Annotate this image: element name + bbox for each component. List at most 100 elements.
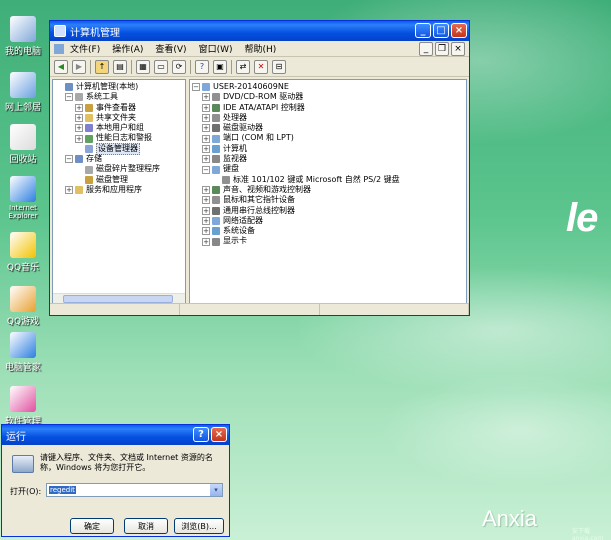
open-input[interactable]: regedit [49, 486, 76, 494]
tree-item[interactable]: 磁盘管理 [55, 175, 183, 185]
expand-icon[interactable]: + [202, 186, 210, 195]
expand-icon[interactable]: + [202, 237, 210, 246]
expand-icon[interactable]: + [202, 93, 210, 102]
expand-icon[interactable]: + [202, 124, 210, 133]
expand-icon[interactable]: + [65, 186, 73, 195]
menu-file[interactable]: 文件(F) [64, 42, 106, 55]
device-item[interactable]: + 计算机 [192, 144, 464, 154]
device-item[interactable]: + 系统设备 [192, 226, 464, 236]
device-item[interactable]: + 端口 (COM 和 LPT) [192, 133, 464, 143]
tree-item[interactable]: + 事件查看器 [55, 103, 183, 113]
device-item[interactable]: 标准 101/102 键或 Microsoft 自然 PS/2 键盘 [192, 175, 464, 185]
run-title-bar[interactable]: 运行 ? × [2, 425, 229, 445]
device-item[interactable]: − USER-20140609NE [192, 82, 464, 92]
expand-icon[interactable]: + [75, 114, 83, 123]
expand-icon[interactable]: + [75, 134, 83, 143]
expand-icon[interactable]: + [202, 114, 210, 123]
close-button[interactable]: × [451, 23, 467, 38]
desktop-icon[interactable]: 我的电脑 [0, 16, 46, 57]
expand-icon[interactable]: + [202, 155, 210, 164]
desktop-icon[interactable]: 软件管理 [0, 386, 46, 427]
expand-icon[interactable]: + [202, 217, 210, 225]
help-button[interactable]: ? [193, 427, 209, 442]
device-item[interactable]: + 磁盘驱动器 [192, 123, 464, 133]
device-item[interactable]: + 声音、视频和游戏控制器 [192, 185, 464, 195]
tree-item[interactable]: + 共享文件夹 [55, 113, 183, 123]
open-combobox[interactable]: regedit ▾ [46, 483, 223, 497]
refresh-icon[interactable]: ⟳ [172, 59, 186, 74]
expand-icon[interactable]: + [202, 103, 210, 112]
expand-icon[interactable]: + [202, 144, 210, 153]
child-restore-button[interactable]: ❐ [435, 41, 449, 56]
properties-icon[interactable]: ▦ [136, 59, 150, 74]
tree-item[interactable]: + 本地用户和组 [55, 123, 183, 133]
update-driver-icon[interactable]: ⇄ [236, 59, 250, 74]
device-item[interactable]: + 鼠标和其它指针设备 [192, 195, 464, 205]
uninstall-device-icon[interactable]: ⊟ [272, 59, 286, 74]
expand-icon[interactable]: + [202, 134, 210, 143]
computer-management-window[interactable]: 计算机管理 _ □ × 文件(F) 操作(A) 查看(V) 窗口(W) 帮助(H… [49, 20, 470, 316]
tree-item[interactable]: 设备管理器 [55, 142, 183, 156]
browse-button[interactable]: 浏览(B)... [174, 518, 224, 534]
tree-item[interactable]: + 服务和应用程序 [55, 185, 183, 195]
ok-button[interactable]: 确定 [70, 518, 114, 534]
dropdown-arrow-icon[interactable]: ▾ [210, 484, 222, 496]
maximize-button[interactable]: □ [433, 23, 449, 38]
desktop-icon[interactable]: 网上邻居 [0, 72, 46, 113]
back-icon[interactable]: ◀ [54, 59, 68, 74]
expand-icon[interactable]: + [202, 196, 210, 205]
child-close-button[interactable]: × [451, 41, 465, 56]
disable-device-icon[interactable]: ✕ [254, 59, 268, 74]
child-minimize-button[interactable]: _ [419, 41, 433, 56]
print-icon[interactable]: ▭ [154, 59, 168, 74]
tree-item[interactable]: 计算机管理(本地) [55, 82, 183, 92]
device-item[interactable]: + 处理器 [192, 113, 464, 123]
title-bar[interactable]: 计算机管理 _ □ × [50, 21, 469, 41]
menu-window[interactable]: 窗口(W) [193, 42, 239, 55]
tree-item[interactable]: − 存储 [55, 154, 183, 164]
cancel-button[interactable]: 取消 [124, 518, 168, 534]
device-item[interactable]: + 监视器 [192, 154, 464, 164]
toolbar: ◀ ▶ ↑ ▤ ▦ ▭ ⟳ ? ▣ ⇄ ✕ ⊟ [50, 57, 469, 77]
expand-icon[interactable]: + [202, 206, 210, 215]
desktop-icon[interactable]: 回收站 [0, 124, 46, 165]
left-horizontal-scrollbar[interactable] [53, 293, 185, 303]
node-icon [85, 103, 93, 112]
device-item[interactable]: + DVD/CD-ROM 驱动器 [192, 92, 464, 102]
watermark-sub: 安下载 anxia.com [572, 528, 604, 540]
show-tree-icon[interactable]: ▤ [113, 59, 127, 74]
device-item[interactable]: + 显示卡 [192, 236, 464, 246]
minimize-button[interactable]: _ [415, 23, 431, 38]
device-item[interactable]: − 键盘 [192, 164, 464, 174]
desktop-icon[interactable]: QQ游戏 [0, 286, 46, 327]
menu-action[interactable]: 操作(A) [106, 42, 149, 55]
scan-hardware-icon[interactable]: ▣ [213, 59, 227, 74]
desktop-icon[interactable]: QQ音乐 [0, 232, 46, 273]
tree-item[interactable]: 磁盘碎片整理程序 [55, 164, 183, 174]
expand-icon[interactable]: + [202, 227, 210, 236]
collapse-icon[interactable]: − [65, 155, 73, 164]
run-close-button[interactable]: × [211, 427, 227, 442]
device-item[interactable]: + 通用串行总线控制器 [192, 206, 464, 216]
left-tree-pane[interactable]: 计算机管理(本地) − 系统工具 + 事件查看器 + 共享文件夹 + 本地用户和组 + 性能日志和警… [52, 79, 186, 304]
collapse-icon[interactable]: − [65, 93, 73, 102]
device-item[interactable]: + IDE ATA/ATAPI 控制器 [192, 103, 464, 113]
forward-icon[interactable]: ▶ [72, 59, 86, 74]
right-tree-pane[interactable]: − USER-20140609NE + DVD/CD-ROM 驱动器 + IDE ATA/… [189, 79, 467, 304]
run-dialog[interactable]: 运行 ? × 请键入程序、文件夹、文档或 Internet 资源的名称，Wind… [1, 424, 230, 537]
network-places-icon [10, 72, 36, 98]
menu-help[interactable]: 帮助(H) [239, 42, 283, 55]
desktop-icon[interactable]: 电脑管家 [0, 332, 46, 373]
scrollbar-thumb[interactable] [63, 295, 173, 303]
help-icon[interactable]: ? [195, 59, 209, 74]
expand-icon[interactable]: + [75, 124, 83, 133]
up-folder-icon[interactable]: ↑ [95, 59, 109, 74]
expand-icon[interactable]: + [75, 103, 83, 112]
desktop-icon[interactable]: Internet Explorer [0, 176, 46, 220]
toolbar-separator [231, 59, 232, 74]
device-item[interactable]: + 网络适配器 [192, 216, 464, 226]
menu-view[interactable]: 查看(V) [149, 42, 192, 55]
collapse-icon[interactable]: − [192, 83, 200, 92]
tree-item[interactable]: − 系统工具 [55, 92, 183, 102]
collapse-icon[interactable]: − [202, 165, 210, 174]
